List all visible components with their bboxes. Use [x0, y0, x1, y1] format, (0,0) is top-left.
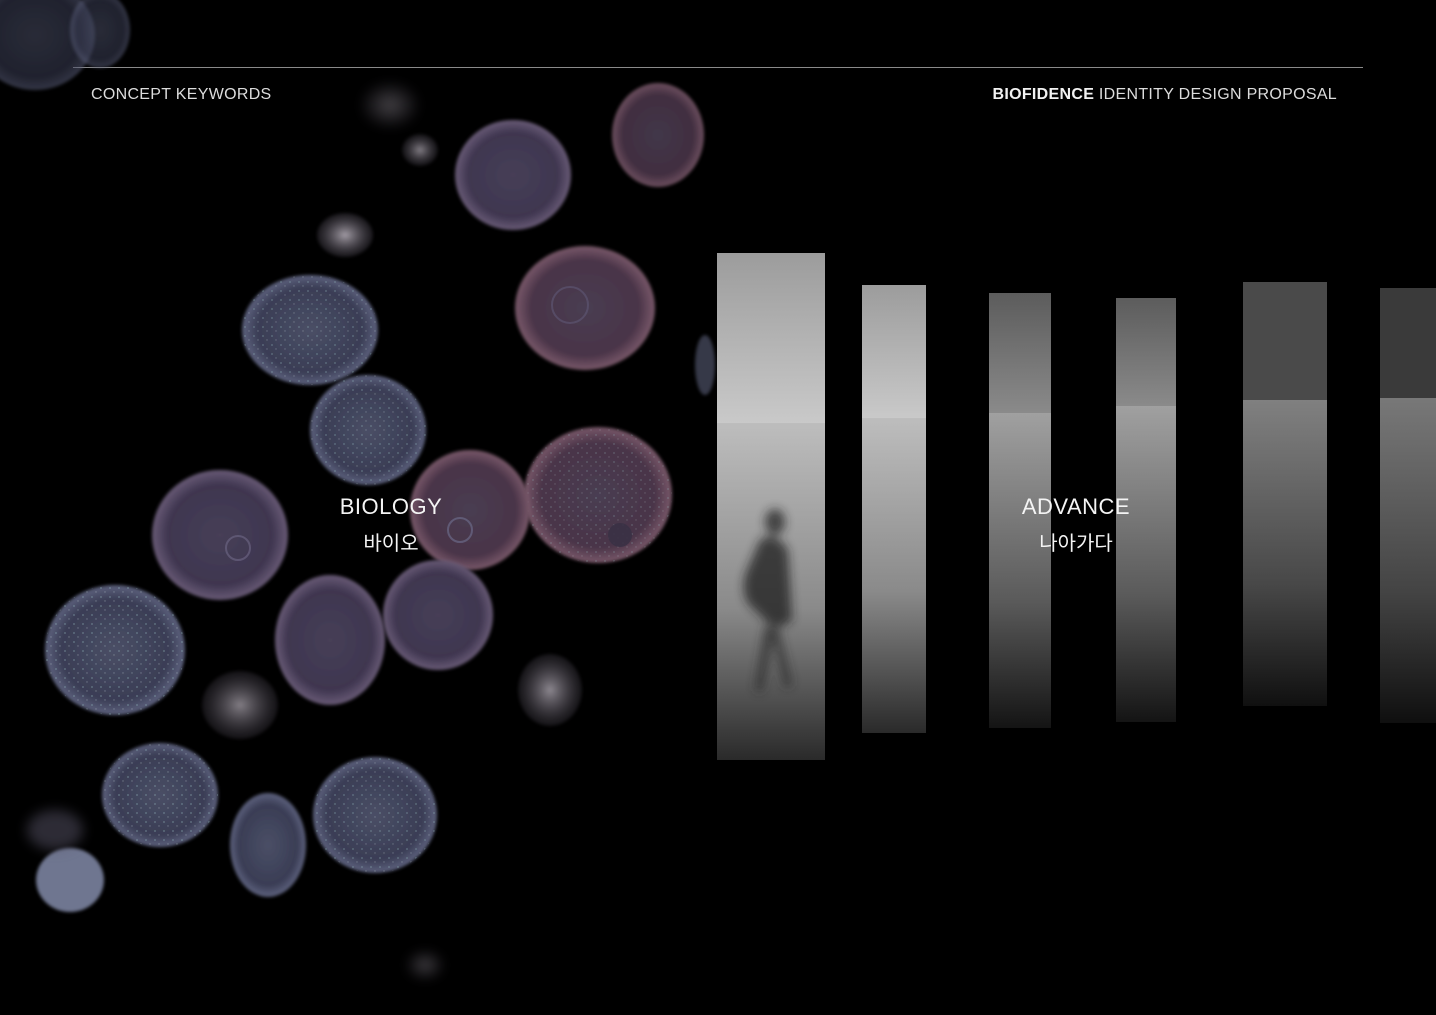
keyword-advance: ADVANCE 나아가다 — [956, 494, 1196, 556]
document-title-rest: IDENTITY DESIGN PROPOSAL — [1094, 86, 1337, 103]
keyword-biology: BIOLOGY 바이오 — [271, 494, 511, 556]
keyword-english: ADVANCE — [1021, 494, 1131, 519]
keyword-english: BIOLOGY — [339, 494, 443, 519]
slide: CONCEPT KEYWORDS BIOFIDENCE IDENTITY DES… — [0, 0, 1436, 1015]
document-title: BIOFIDENCE IDENTITY DESIGN PROPOSAL — [993, 86, 1337, 104]
keyword-korean: 나아가다 — [1039, 531, 1113, 555]
keyword-korean: 바이오 — [363, 531, 419, 555]
brand-name: BIOFIDENCE — [992, 86, 1095, 103]
